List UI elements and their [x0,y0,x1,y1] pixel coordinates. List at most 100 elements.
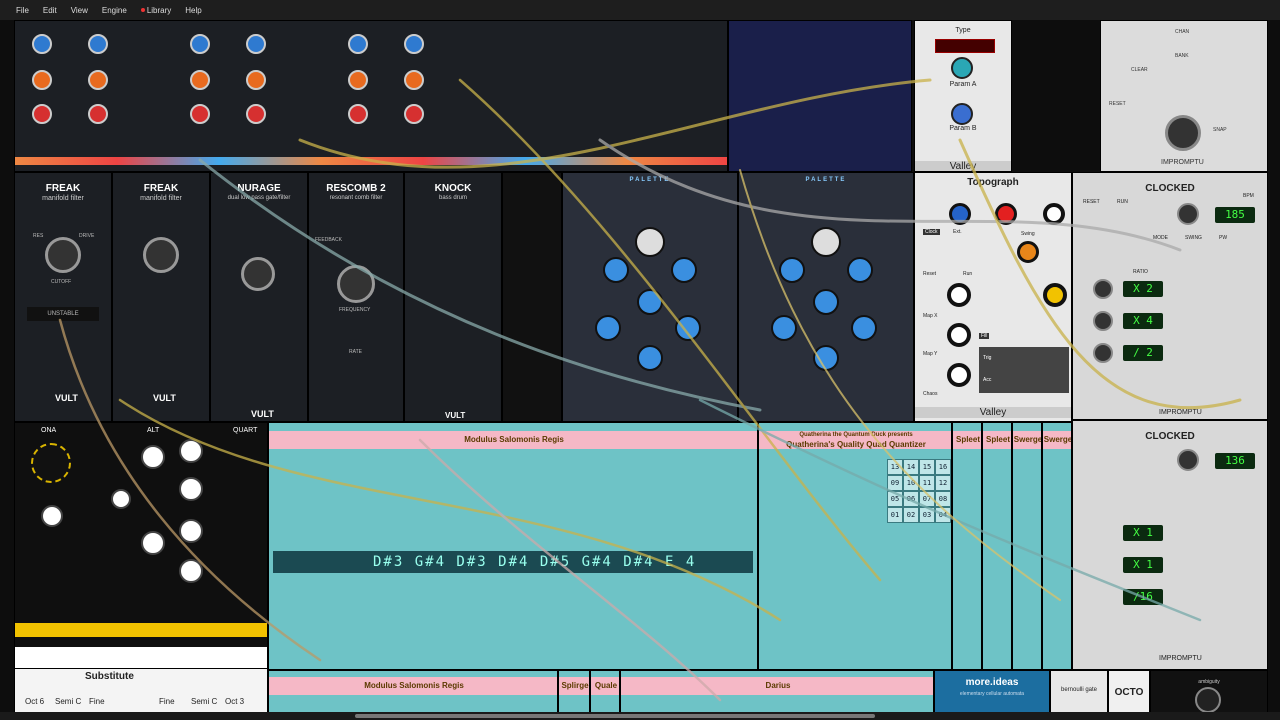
freak-filter-1[interactable]: FREAK manifold filter RES DRIVE CUTOFF U… [14,172,112,422]
quantizer-cell[interactable]: 03 [919,507,935,523]
palette1-knob-1[interactable] [603,257,629,283]
quantizer-cell[interactable]: 04 [935,507,951,523]
knock-module[interactable]: KNOCK bass drum VULT [404,172,502,422]
quantizer-cell[interactable]: 07 [919,491,935,507]
scrollbar-thumb[interactable] [355,714,875,718]
palette-module-2[interactable]: PALETTE [738,172,914,422]
black-knob-top[interactable] [1043,203,1065,225]
vult-knob-orange-5[interactable] [348,70,368,90]
vult-knob-red-3[interactable] [190,104,210,124]
clocked-module-1[interactable]: CLOCKED BPM 185 RESET RUN MODE SWING PW … [1072,172,1268,420]
palette-module-1[interactable]: PALETTE [562,172,738,422]
alt-knob-1[interactable] [141,445,165,469]
palette2-knob-1[interactable] [779,257,805,283]
clocked1-ratio2-knob[interactable] [1093,311,1113,331]
param-b-knob[interactable] [951,103,973,125]
ona-fine-knob[interactable] [41,505,63,527]
quantizer-cell[interactable]: 12 [935,475,951,491]
alt-knob-2[interactable] [111,489,131,509]
quart-knob-4[interactable] [179,559,203,583]
vult-knob-orange-2[interactable] [88,70,108,90]
quantizer-cell[interactable]: 10 [903,475,919,491]
quart-knob-1[interactable] [179,439,203,463]
spleet-2[interactable]: Spleet [982,422,1012,670]
param-a-knob[interactable] [951,57,973,79]
quantizer-grid[interactable]: 13 14 15 16 09 10 11 12 05 06 07 08 01 02 03 04 [887,459,951,523]
ambiguity-knob[interactable] [1195,687,1221,713]
clocked1-bpm-knob[interactable] [1177,203,1199,225]
horizontal-scrollbar[interactable] [0,712,1280,720]
sequencer-module-navy[interactable] [728,20,912,172]
substitute-oscillator[interactable]: ONA ALT QUART [14,422,268,670]
vult-knob-blue-4[interactable] [246,34,266,54]
modulus-salomonis-regis[interactable]: Modulus Salomonis Regis D#3 G#4 D#3 D#4 … [268,422,758,670]
palette1-knob-2[interactable] [671,257,697,283]
quart-knob-2[interactable] [179,477,203,501]
swing-knob[interactable] [1017,241,1039,263]
menu-help[interactable]: Help [185,6,201,15]
palette2-knob-6[interactable] [813,345,839,371]
swing-knob-red[interactable] [995,203,1017,225]
vult-mixer-strip[interactable] [14,20,728,172]
quantizer-cell[interactable]: 05 [887,491,903,507]
vult-knob-orange-4[interactable] [246,70,266,90]
menu-edit[interactable]: Edit [43,6,57,15]
quantizer-cell[interactable]: 09 [887,475,903,491]
quantizer-cell[interactable]: 06 [903,491,919,507]
swerge-1[interactable]: Swerge [1012,422,1042,670]
quantizer-cell[interactable]: 14 [903,459,919,475]
vult-knob-orange-3[interactable] [190,70,210,90]
vult-knob-blue-2[interactable] [88,34,108,54]
quantizer-cell[interactable]: 16 [935,459,951,475]
valley-plateau-module[interactable]: Type Param A Param B Valley [914,20,1012,172]
vult-knob-blue-3[interactable] [190,34,210,54]
vult-knob-red-4[interactable] [246,104,266,124]
clocked1-ratio1-knob[interactable] [1093,279,1113,299]
fill-knob-yellow[interactable] [1043,283,1067,307]
clocked-module-2[interactable]: CLOCKED 136 X 1 X 1 /16 IMPROMPTU [1072,420,1268,670]
quantizer-cell[interactable]: 02 [903,507,919,523]
swerge-2[interactable]: Swerge [1042,422,1072,670]
ona-octave-knob[interactable] [31,443,71,483]
freak2-cutoff-knob[interactable] [143,237,179,273]
vult-knob-blue-6[interactable] [404,34,424,54]
palette1-knob-3[interactable] [637,289,663,315]
palette1-knob-6[interactable] [637,345,663,371]
vult-knob-red-5[interactable] [348,104,368,124]
impromptu-top-module[interactable]: CHAN BANK CLEAR RESET SNAP IMPROMPTU [1100,20,1268,172]
freak1-cutoff-knob[interactable] [45,237,81,273]
rescomb-module[interactable]: RESCOMB 2 resonant comb filter FEEDBACK … [308,172,404,422]
chaos-knob[interactable] [947,363,971,387]
frequency-knob[interactable] [337,265,375,303]
vult-knob-blue-1[interactable] [32,34,52,54]
menu-view[interactable]: View [71,6,88,15]
palette1-knob-4[interactable] [595,315,621,341]
alt-knob-3[interactable] [141,531,165,555]
quart-knob-3[interactable] [179,519,203,543]
tempo-knob[interactable] [949,203,971,225]
quantizer-cell[interactable]: 11 [919,475,935,491]
vult-knob-orange-1[interactable] [32,70,52,90]
spleet-1[interactable]: Spleet [952,422,982,670]
palette1-knob-5[interactable] [675,315,701,341]
topograph-module[interactable]: Topograph Clock Ext. Swing Reset Run Map… [914,172,1072,422]
module-rack[interactable]: Type Param A Param B Valley CHAN BANK CL… [0,20,1280,720]
quatherina-quantizer[interactable]: Quatherina the Quantum Duck presents Qua… [758,422,952,670]
vult-knob-red-2[interactable] [88,104,108,124]
main-knob[interactable] [1165,115,1201,151]
palette2-knob-5[interactable] [851,315,877,341]
menu-file[interactable]: File [16,6,29,15]
palette2-knob-3[interactable] [813,289,839,315]
vult-knob-red-6[interactable] [404,104,424,124]
trigger-column-module[interactable] [502,172,562,422]
palette2-knob-4[interactable] [771,315,797,341]
nurage-module[interactable]: NURAGE dual low pass gate/filter VULT [210,172,308,422]
quantizer-cell[interactable]: 01 [887,507,903,523]
quantizer-cell[interactable]: 15 [919,459,935,475]
freak-filter-2[interactable]: FREAK manifold filter VULT [112,172,210,422]
nurage-cutoff-knob[interactable] [241,257,275,291]
vult-knob-blue-5[interactable] [348,34,368,54]
vult-knob-orange-6[interactable] [404,70,424,90]
menu-library[interactable]: Library [140,6,171,15]
vult-knob-red-1[interactable] [32,104,52,124]
